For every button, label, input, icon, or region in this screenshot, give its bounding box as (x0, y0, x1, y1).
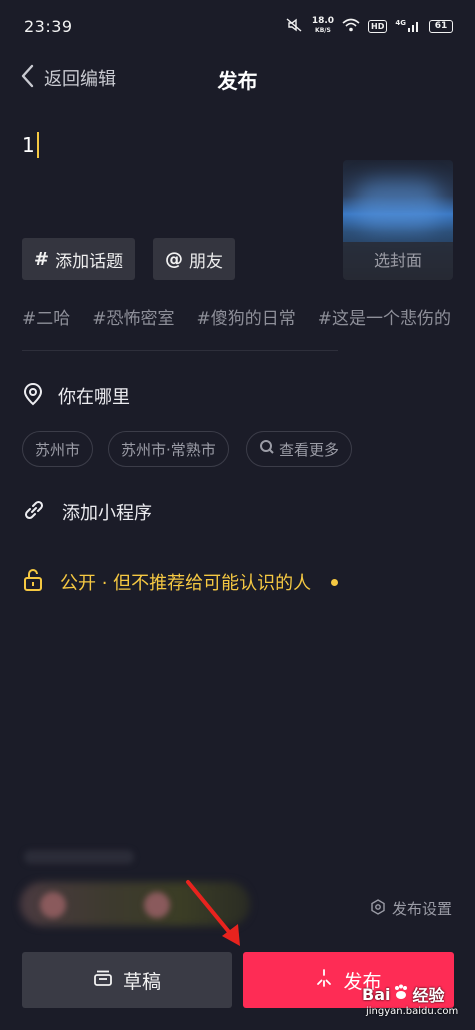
caption-text: 1 (22, 133, 35, 157)
hashtag-icon: # (34, 248, 50, 270)
blurred-text (24, 850, 134, 864)
mute-icon (286, 17, 304, 35)
publish-settings-link[interactable]: 发布设置 (370, 898, 452, 919)
location-option-label: 苏州市 (35, 440, 81, 459)
baidu-watermark: Bai 经验 jingyan.baidu.com (362, 982, 472, 1026)
network-type: 4G (395, 19, 406, 27)
speed-value: 18.0 (311, 16, 335, 26)
select-cover-label: 选封面 (343, 242, 453, 280)
wifi-icon (342, 18, 360, 35)
network-speed: 18.0 KB/S (312, 17, 334, 35)
unlock-icon (22, 568, 44, 596)
blurred-avatar (144, 892, 170, 918)
location-row[interactable]: 你在哪里 (22, 382, 130, 410)
draft-label: 草稿 (122, 970, 161, 993)
location-label: 你在哪里 (58, 387, 130, 408)
location-see-more[interactable]: 查看更多 (246, 431, 353, 467)
watermark-text-2: 经验 (412, 986, 445, 1005)
location-option-suzhou[interactable]: 苏州市 (22, 431, 94, 467)
add-topic-label: 添加话题 (55, 251, 124, 272)
at-icon: @ (165, 248, 183, 270)
divider (22, 350, 338, 351)
hashtag-suggestions: #二哈 #恐怖密室 #傻狗的日常 #这是一个悲伤的 (22, 304, 475, 329)
new-indicator-dot (331, 578, 339, 586)
draft-button[interactable]: 草稿 (22, 952, 232, 1008)
hashtag-suggestion[interactable]: #二哈 (22, 304, 70, 329)
watermark-text: Bai (362, 984, 391, 1004)
hashtag-suggestion[interactable]: #傻狗的日常 (197, 304, 296, 329)
privacy-label: 公开 · 但不推荐给可能认识的人 (60, 573, 312, 594)
mention-friend-label: 朋友 (189, 251, 223, 272)
search-icon (259, 439, 275, 459)
mention-friend-button[interactable]: @ 朋友 (153, 238, 235, 280)
hashtag-suggestion[interactable]: #这是一个悲伤的 (318, 304, 451, 329)
see-more-label: 查看更多 (279, 440, 340, 459)
status-icons: 18.0 KB/S HD 4G 61 (286, 17, 453, 35)
location-pin-icon (22, 382, 44, 410)
page-title: 发布 (217, 69, 258, 93)
header: 返回编辑 发布 (0, 52, 475, 104)
gear-icon (370, 898, 386, 919)
cover-thumbnail[interactable]: 选封面 (343, 160, 453, 280)
text-caret (36, 132, 39, 158)
link-icon (22, 498, 46, 526)
sparkle-icon (315, 969, 333, 991)
status-time: 23:39 (24, 16, 73, 36)
watermark-url: jingyan.baidu.com (366, 1006, 459, 1017)
publish-settings-label: 发布设置 (392, 900, 453, 918)
blurred-avatar (40, 892, 66, 918)
status-bar: 23:39 18.0 KB/S HD 4G 61 (0, 0, 475, 52)
location-option-label: 苏州市·常熟市 (121, 440, 216, 459)
cover-image (353, 180, 443, 230)
paw-icon (392, 983, 410, 1005)
privacy-setting-row[interactable]: 公开 · 但不推荐给可能认识的人 (22, 568, 339, 596)
battery-indicator: 61 (429, 19, 453, 33)
hd-badge: HD (368, 19, 388, 33)
speed-unit: KB/S (315, 27, 331, 34)
draft-box-icon (93, 969, 113, 991)
add-topic-button[interactable]: # 添加话题 (22, 238, 136, 280)
signal-icon: 4G (395, 19, 421, 33)
caption-input[interactable]: 1 (22, 132, 39, 158)
add-mini-program-row[interactable]: 添加小程序 (22, 498, 152, 526)
add-mini-program-label: 添加小程序 (62, 503, 152, 524)
watermark-logo: Bai 经验 (362, 982, 472, 1006)
hashtag-suggestion[interactable]: #恐怖密室 (92, 304, 174, 329)
location-option-changshu[interactable]: 苏州市·常熟市 (108, 431, 229, 467)
annotation-arrow-icon (182, 876, 252, 952)
